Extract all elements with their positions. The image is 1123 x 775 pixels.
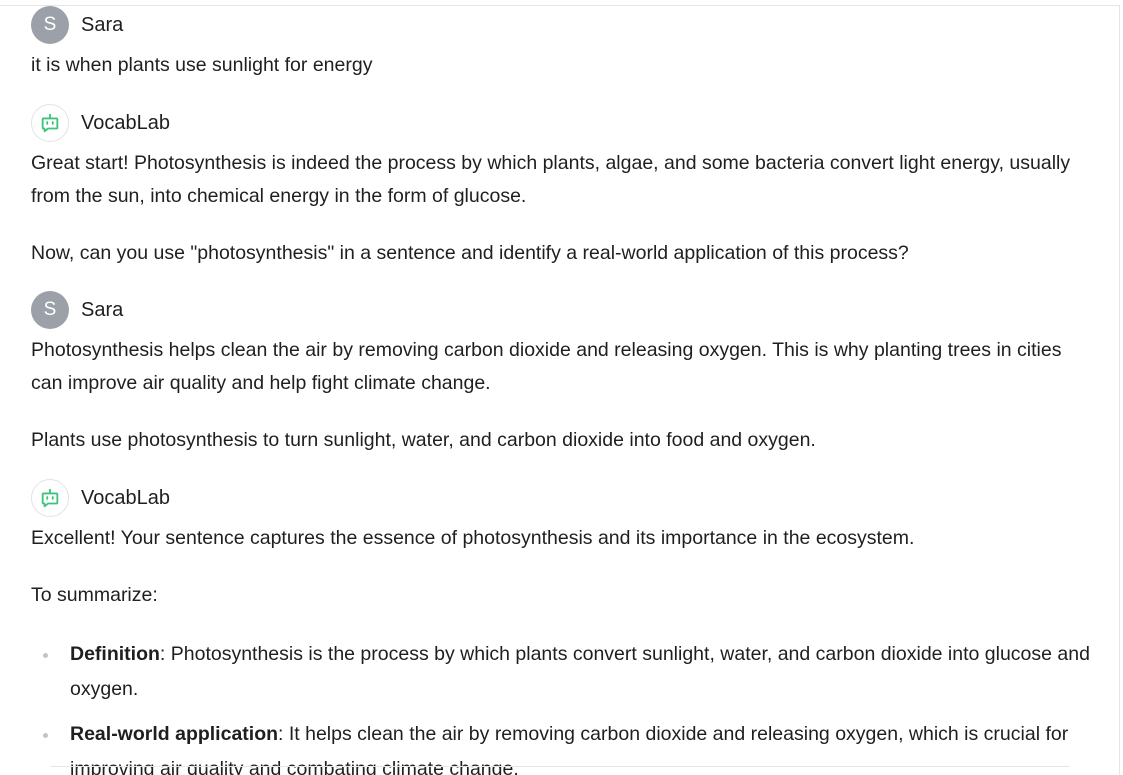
bullet-icon — [43, 653, 48, 658]
summary-list: Definition: Photosynthesis is the proces… — [31, 637, 1091, 775]
bot-avatar — [31, 104, 69, 142]
message-text: Plants use photosynthesis to turn sunlig… — [31, 429, 816, 451]
sender-name: VocabLab — [81, 486, 170, 509]
list-item: Definition: Photosynthesis is the proces… — [31, 637, 1091, 707]
message-text: Great start! Photosynthesis is indeed th… — [31, 152, 1071, 207]
avatar-initial: S — [43, 14, 57, 35]
list-term: Real-world application — [70, 723, 279, 745]
message-sender: VocabLab — [31, 479, 170, 517]
message-sender: VocabLab — [31, 104, 170, 142]
list-term: Definition — [70, 643, 160, 665]
message-text: Now, can you use "photosynthesis" in a s… — [31, 242, 909, 264]
sender-name: VocabLab — [81, 111, 170, 134]
bot-avatar — [31, 479, 69, 517]
avatar-initial: S — [43, 299, 57, 320]
message-text: To summarize: — [31, 584, 158, 606]
sender-name: Sara — [81, 13, 124, 36]
message-sender: S Sara — [31, 291, 123, 329]
bot-icon — [41, 488, 59, 508]
message-sender: S Sara — [31, 6, 123, 44]
message-text: it is when plants use sunlight for energ… — [31, 54, 373, 76]
list-text: : Photosynthesis is the process by which… — [70, 643, 1090, 700]
sender-name: Sara — [81, 298, 124, 321]
divider — [50, 766, 1070, 767]
chat-panel: S Sara it is when plants use sunlight fo… — [0, 5, 1120, 775]
bot-icon — [41, 113, 59, 133]
message-text: Excellent! Your sentence captures the es… — [31, 527, 915, 549]
user-avatar: S — [31, 6, 69, 44]
user-avatar: S — [31, 291, 69, 329]
message-text: Photosynthesis helps clean the air by re… — [31, 339, 1062, 394]
bullet-icon — [43, 733, 48, 738]
